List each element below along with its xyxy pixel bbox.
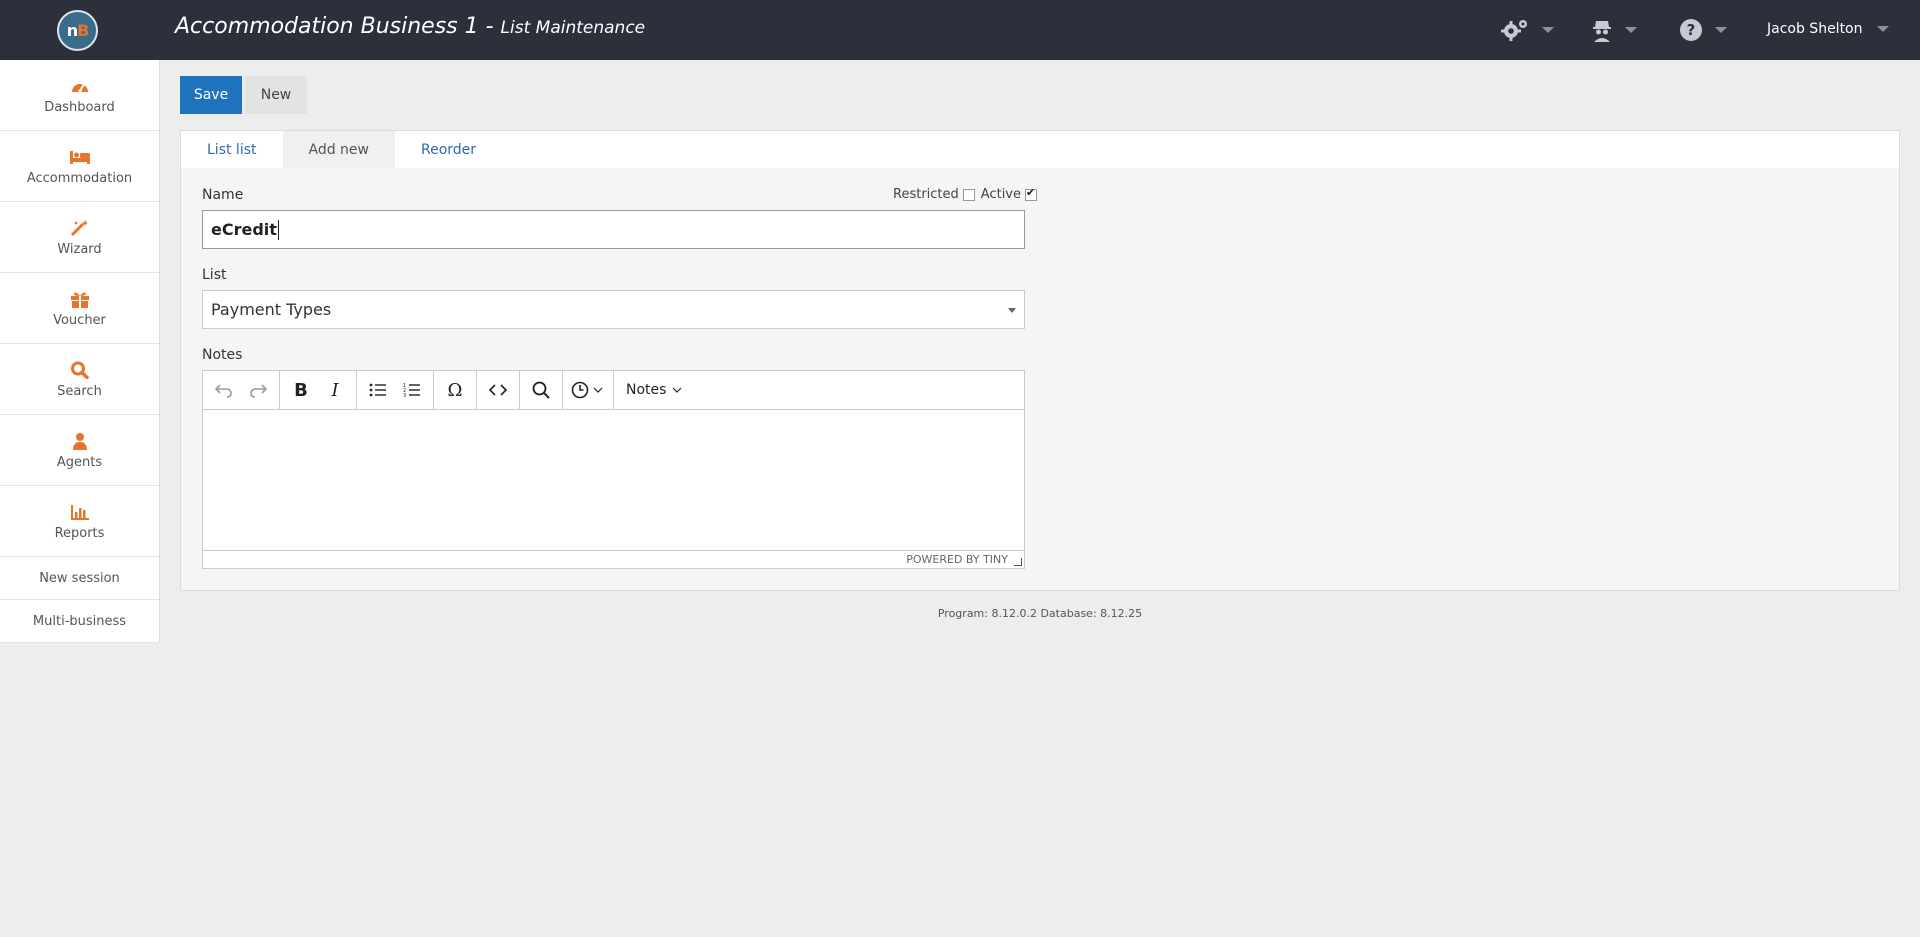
- help-menu[interactable]: ?: [1679, 18, 1727, 42]
- special-char-group: Ω: [434, 371, 477, 409]
- special-character-icon[interactable]: Ω: [438, 375, 472, 405]
- sidebar-item-agents[interactable]: Agents: [0, 415, 159, 486]
- list-label: List: [202, 267, 227, 283]
- editor-body[interactable]: [203, 410, 1024, 551]
- datetime-group[interactable]: [563, 371, 614, 409]
- sidebar-item-wizard[interactable]: Wizard: [0, 202, 159, 273]
- sidebar-item-label: Voucher: [53, 312, 106, 328]
- search-icon: [70, 360, 90, 380]
- sidebar-item-voucher[interactable]: Voucher: [0, 273, 159, 344]
- help-icon: ?: [1679, 18, 1703, 42]
- notes-editor: B I 123 Ω Notes POWERED BY TINY: [202, 370, 1025, 569]
- sidebar-item-accommodation[interactable]: Accommodation: [0, 131, 159, 202]
- restricted-label: Restricted: [893, 187, 959, 202]
- tab-list-list[interactable]: List list: [181, 131, 283, 168]
- powered-by-tiny[interactable]: POWERED BY TINY: [906, 553, 1008, 566]
- notes-menu-label: Notes: [626, 382, 667, 398]
- agent-icon: [1591, 18, 1613, 42]
- format-group: B I: [280, 371, 357, 409]
- active-checkbox[interactable]: [1025, 186, 1037, 201]
- settings-menu[interactable]: [1500, 18, 1554, 42]
- notes-menu[interactable]: Notes: [614, 371, 694, 409]
- numbered-list-icon[interactable]: 123: [395, 375, 429, 405]
- search-group: [520, 371, 563, 409]
- magic-wand-icon: [70, 218, 90, 238]
- chevron-down-icon: [1715, 27, 1727, 33]
- new-session-link[interactable]: New session: [0, 557, 159, 600]
- new-session-label: New session: [39, 570, 120, 586]
- page-subtitle: List Maintenance: [500, 18, 646, 38]
- gift-icon: [70, 289, 90, 309]
- page-title: Accommodation Business 1 - List Maintena…: [175, 14, 645, 39]
- flags-row: Restricted Active: [893, 186, 1043, 202]
- name-label: Name: [202, 187, 244, 203]
- restricted-checkbox[interactable]: [962, 188, 975, 201]
- text-cursor: [277, 219, 279, 240]
- tab-reorder[interactable]: Reorder: [395, 131, 502, 168]
- list-maintenance-panel: List list Add new Reorder Name Restricte…: [180, 130, 1900, 591]
- chevron-down-icon: [1542, 27, 1554, 33]
- chevron-down-icon: [666, 387, 682, 393]
- dashboard-icon: [70, 76, 90, 96]
- user-icon: [71, 431, 89, 451]
- list-select-value: Payment Types: [211, 300, 332, 319]
- tab-bar: List list Add new Reorder: [181, 131, 1899, 168]
- list-select[interactable]: Payment Types: [202, 290, 1025, 329]
- agent-menu[interactable]: [1591, 18, 1637, 42]
- editor-toolbar: B I 123 Ω Notes: [203, 371, 1024, 410]
- top-bar: nB Accommodation Business 1 - List Maint…: [0, 0, 1920, 60]
- logo-text: nB: [66, 21, 90, 40]
- sidebar-item-reports[interactable]: Reports: [0, 486, 159, 557]
- active-label: Active: [980, 187, 1021, 202]
- bar-chart-icon: [70, 502, 90, 522]
- sidebar-item-label: Agents: [56, 454, 103, 470]
- chevron-down-icon: [1876, 26, 1889, 32]
- notes-label: Notes: [202, 347, 243, 363]
- sidebar: Dashboard Accommodation Wizard Voucher S…: [0, 60, 160, 643]
- code-group: [477, 371, 520, 409]
- sidebar-item-label: Reports: [54, 525, 105, 541]
- svg-text:3: 3: [403, 393, 406, 398]
- undo-icon[interactable]: [207, 375, 241, 405]
- user-menu[interactable]: Jacob Shelton: [1767, 21, 1889, 37]
- chevron-down-icon: [1008, 308, 1016, 313]
- version-footer: Program: 8.12.0.2 Database: 8.12.25: [937, 607, 1143, 620]
- clock-icon: [567, 375, 593, 405]
- resize-handle-icon[interactable]: [1014, 558, 1022, 566]
- history-group: [203, 371, 280, 409]
- new-button[interactable]: New: [245, 76, 307, 114]
- sidebar-item-search[interactable]: Search: [0, 344, 159, 415]
- svg-text:?: ?: [1687, 21, 1696, 39]
- save-button[interactable]: Save: [180, 76, 242, 114]
- code-icon[interactable]: [481, 375, 515, 405]
- sidebar-item-label: Search: [57, 383, 102, 399]
- chevron-down-icon: [1625, 27, 1637, 33]
- name-input-value: eCredit: [211, 220, 277, 239]
- sidebar-item-label: Wizard: [57, 241, 102, 257]
- sidebar-item-label: Dashboard: [44, 99, 115, 115]
- bullet-list-icon[interactable]: [361, 375, 395, 405]
- chevron-down-icon: [593, 387, 609, 393]
- list-group: 123: [357, 371, 434, 409]
- name-input[interactable]: eCredit: [202, 210, 1025, 249]
- bold-icon[interactable]: B: [284, 375, 318, 405]
- sidebar-item-label: Accommodation: [26, 170, 133, 186]
- redo-icon[interactable]: [241, 375, 275, 405]
- bed-icon: [69, 147, 91, 167]
- app-logo[interactable]: nB: [57, 10, 98, 51]
- editor-statusbar: POWERED BY TINY: [203, 550, 1024, 568]
- italic-icon[interactable]: I: [318, 375, 352, 405]
- user-name: Jacob Shelton: [1767, 21, 1863, 37]
- search-replace-icon[interactable]: [524, 375, 558, 405]
- tab-add-new[interactable]: Add new: [282, 131, 395, 168]
- gears-icon: [1500, 18, 1530, 42]
- business-name: Accommodation Business 1 -: [175, 14, 501, 39]
- sidebar-item-dashboard[interactable]: Dashboard: [0, 60, 159, 131]
